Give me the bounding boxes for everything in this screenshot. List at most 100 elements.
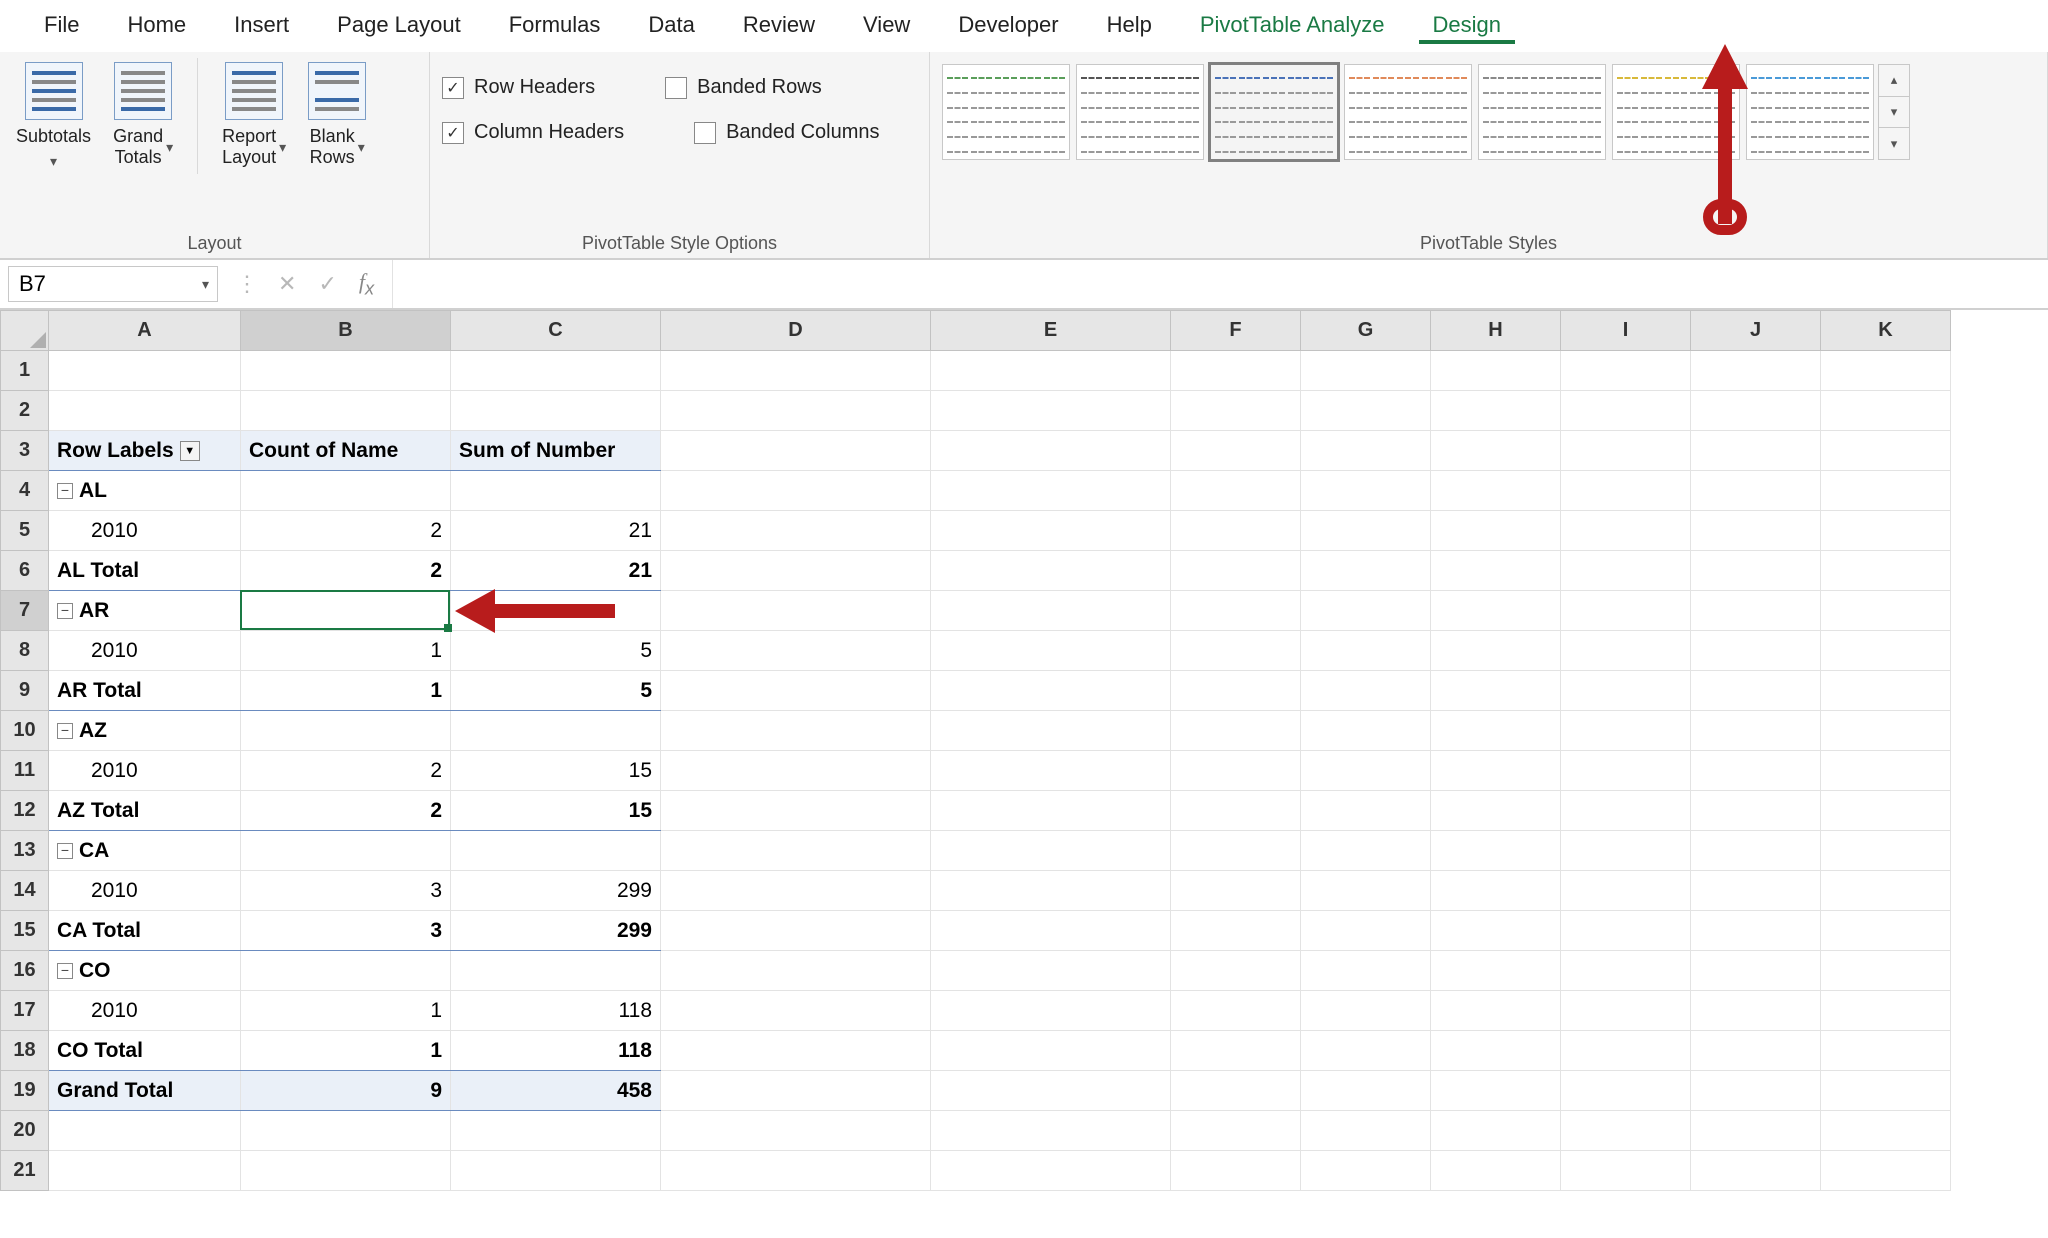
cell-E10[interactable] (931, 711, 1171, 751)
tab-file[interactable]: File (20, 2, 103, 52)
cell-I14[interactable] (1561, 871, 1691, 911)
cell-H16[interactable] (1431, 951, 1561, 991)
cell-H7[interactable] (1431, 591, 1561, 631)
cell-C11[interactable]: 15 (451, 751, 661, 791)
cell-H18[interactable] (1431, 1031, 1561, 1071)
select-all-corner[interactable] (1, 311, 49, 351)
cell-F6[interactable] (1171, 551, 1301, 591)
col-header-J[interactable]: J (1691, 311, 1821, 351)
cell-J8[interactable] (1691, 631, 1821, 671)
row-header-6[interactable]: 6 (1, 551, 49, 591)
tab-help[interactable]: Help (1083, 2, 1176, 52)
cell-H12[interactable] (1431, 791, 1561, 831)
cell-H2[interactable] (1431, 391, 1561, 431)
cell-F10[interactable] (1171, 711, 1301, 751)
gallery-down-button[interactable]: ▾ (1879, 97, 1909, 129)
col-header-A[interactable]: A (49, 311, 241, 351)
cell-E18[interactable] (931, 1031, 1171, 1071)
cell-J17[interactable] (1691, 991, 1821, 1031)
cell-J7[interactable] (1691, 591, 1821, 631)
cell-C5[interactable]: 21 (451, 511, 661, 551)
cell-E3[interactable] (931, 431, 1171, 471)
banded-columns-checkbox[interactable]: Banded Columns (694, 121, 879, 144)
cell-D19[interactable] (661, 1071, 931, 1111)
cell-B6[interactable]: 2 (241, 551, 451, 591)
cell-D14[interactable] (661, 871, 931, 911)
cell-I7[interactable] (1561, 591, 1691, 631)
cell-K6[interactable] (1821, 551, 1951, 591)
cell-H13[interactable] (1431, 831, 1561, 871)
cell-J16[interactable] (1691, 951, 1821, 991)
cell-F17[interactable] (1171, 991, 1301, 1031)
collapse-icon[interactable]: − (57, 843, 73, 859)
cell-B5[interactable]: 2 (241, 511, 451, 551)
worksheet-grid[interactable]: ABCDEFGHIJK123Row Labels▼Count of NameSu… (0, 310, 2048, 1191)
cell-F3[interactable] (1171, 431, 1301, 471)
cell-J12[interactable] (1691, 791, 1821, 831)
row-header-12[interactable]: 12 (1, 791, 49, 831)
cell-A3[interactable]: Row Labels▼ (49, 431, 241, 471)
cell-I17[interactable] (1561, 991, 1691, 1031)
cell-H1[interactable] (1431, 351, 1561, 391)
cell-C19[interactable]: 458 (451, 1071, 661, 1111)
cell-F15[interactable] (1171, 911, 1301, 951)
gallery-up-button[interactable]: ▴ (1879, 65, 1909, 97)
row-header-17[interactable]: 17 (1, 991, 49, 1031)
cell-A2[interactable] (49, 391, 241, 431)
cell-C2[interactable] (451, 391, 661, 431)
collapse-icon[interactable]: − (57, 483, 73, 499)
row-header-7[interactable]: 7 (1, 591, 49, 631)
cell-G9[interactable] (1301, 671, 1431, 711)
col-header-H[interactable]: H (1431, 311, 1561, 351)
cell-B11[interactable]: 2 (241, 751, 451, 791)
cell-G5[interactable] (1301, 511, 1431, 551)
row-header-20[interactable]: 20 (1, 1111, 49, 1151)
row-header-8[interactable]: 8 (1, 631, 49, 671)
cell-H8[interactable] (1431, 631, 1561, 671)
cell-E21[interactable] (931, 1151, 1171, 1191)
formula-input[interactable] (392, 260, 2048, 308)
cell-J15[interactable] (1691, 911, 1821, 951)
cell-D13[interactable] (661, 831, 931, 871)
cell-B9[interactable]: 1 (241, 671, 451, 711)
cell-F18[interactable] (1171, 1031, 1301, 1071)
cell-G18[interactable] (1301, 1031, 1431, 1071)
cell-D16[interactable] (661, 951, 931, 991)
cell-A1[interactable] (49, 351, 241, 391)
cell-H6[interactable] (1431, 551, 1561, 591)
filter-dropdown-icon[interactable]: ▼ (180, 441, 200, 461)
cell-F9[interactable] (1171, 671, 1301, 711)
cell-K13[interactable] (1821, 831, 1951, 871)
style-swatch-0[interactable] (942, 64, 1070, 160)
cell-E5[interactable] (931, 511, 1171, 551)
cell-F16[interactable] (1171, 951, 1301, 991)
collapse-icon[interactable]: − (57, 963, 73, 979)
cell-H3[interactable] (1431, 431, 1561, 471)
cell-A14[interactable]: 2010 (49, 871, 241, 911)
cell-J10[interactable] (1691, 711, 1821, 751)
cell-C1[interactable] (451, 351, 661, 391)
cancel-icon[interactable]: ✕ (278, 271, 296, 297)
row-header-1[interactable]: 1 (1, 351, 49, 391)
cell-D18[interactable] (661, 1031, 931, 1071)
cell-K12[interactable] (1821, 791, 1951, 831)
cell-H14[interactable] (1431, 871, 1561, 911)
cell-C7[interactable] (451, 591, 661, 631)
cell-I3[interactable] (1561, 431, 1691, 471)
cell-C20[interactable] (451, 1111, 661, 1151)
cell-F2[interactable] (1171, 391, 1301, 431)
cell-C9[interactable]: 5 (451, 671, 661, 711)
cell-B17[interactable]: 1 (241, 991, 451, 1031)
tab-page-layout[interactable]: Page Layout (313, 2, 485, 52)
tab-insert[interactable]: Insert (210, 2, 313, 52)
cell-G17[interactable] (1301, 991, 1431, 1031)
cell-I11[interactable] (1561, 751, 1691, 791)
column-headers-checkbox[interactable]: ✓Column Headers (442, 121, 624, 144)
cell-B14[interactable]: 3 (241, 871, 451, 911)
cell-E9[interactable] (931, 671, 1171, 711)
cell-F19[interactable] (1171, 1071, 1301, 1111)
cell-J5[interactable] (1691, 511, 1821, 551)
cell-I19[interactable] (1561, 1071, 1691, 1111)
cell-I16[interactable] (1561, 951, 1691, 991)
col-header-I[interactable]: I (1561, 311, 1691, 351)
